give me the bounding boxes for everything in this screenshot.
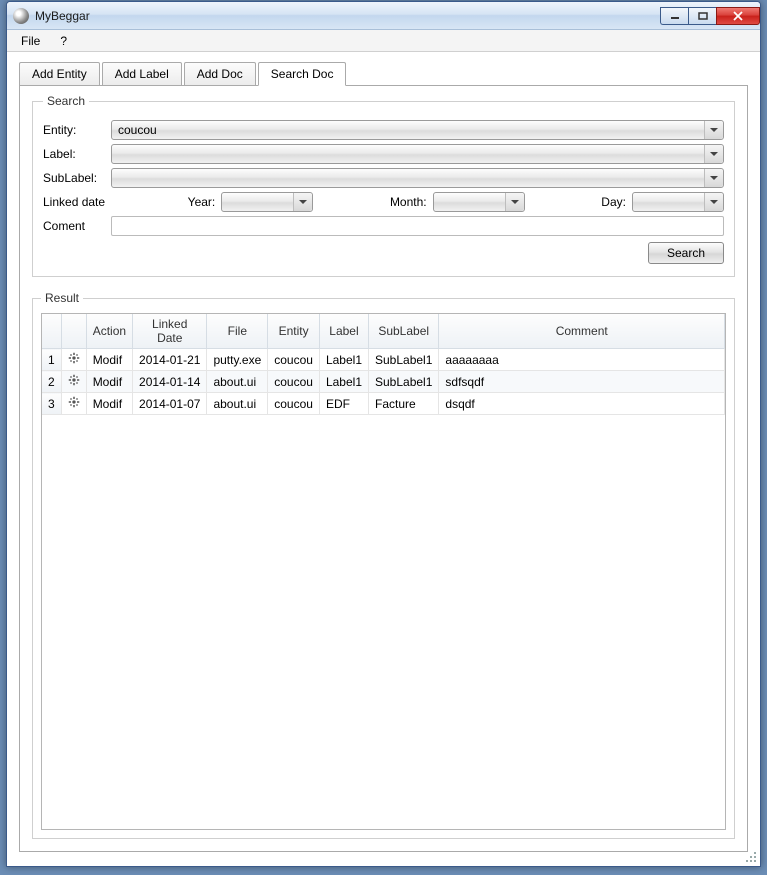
- tab-add-doc[interactable]: Add Doc: [184, 62, 256, 86]
- day-label: Day:: [601, 195, 626, 209]
- cell-entity: coucou: [268, 393, 320, 415]
- cell-comment: sdfsqdf: [439, 371, 725, 393]
- minimize-icon: [670, 12, 680, 20]
- chevron-down-icon: [710, 200, 718, 204]
- cell-comment: dsqdf: [439, 393, 725, 415]
- comment-input[interactable]: [111, 216, 724, 236]
- day-combo[interactable]: [632, 192, 724, 212]
- cell-action: Modif: [86, 393, 132, 415]
- table-header-row: Action Linked Date File Entity Label Sub…: [42, 314, 725, 349]
- panel-search-doc: Search Entity: coucou Label:: [19, 85, 748, 852]
- col-label[interactable]: Label: [319, 314, 368, 349]
- close-icon: [732, 11, 744, 21]
- chevron-down-icon: [710, 176, 718, 180]
- menu-file[interactable]: File: [13, 32, 48, 50]
- maximize-button[interactable]: [688, 7, 716, 25]
- cell-num: 3: [42, 393, 61, 415]
- minimize-button[interactable]: [660, 7, 688, 25]
- table-row[interactable]: 1 Modif2014-01-21putty.execoucouLabel1Sub…: [42, 349, 725, 371]
- cell-linkeddate: 2014-01-07: [133, 393, 207, 415]
- result-group: Result Action Linked Date File Entity: [32, 291, 735, 839]
- titlebar[interactable]: MyBeggar: [7, 2, 760, 30]
- year-combo[interactable]: [221, 192, 313, 212]
- sublabel-combo[interactable]: [111, 168, 724, 188]
- entity-value: coucou: [118, 123, 157, 137]
- cell-sublabel: SubLabel1: [369, 349, 439, 371]
- sublabel-label: SubLabel:: [43, 171, 111, 185]
- cell-gear[interactable]: [61, 371, 86, 393]
- tab-add-entity[interactable]: Add Entity: [19, 62, 100, 86]
- result-table: Action Linked Date File Entity Label Sub…: [42, 314, 725, 415]
- table-row[interactable]: 3 Modif2014-01-07about.uicoucouEDFFacture…: [42, 393, 725, 415]
- window-controls: [660, 7, 760, 25]
- cell-comment: aaaaaaaa: [439, 349, 725, 371]
- cell-label: EDF: [319, 393, 368, 415]
- cell-file: putty.exe: [207, 349, 268, 371]
- cell-linkeddate: 2014-01-14: [133, 371, 207, 393]
- search-group: Search Entity: coucou Label:: [32, 94, 735, 277]
- chevron-down-icon: [299, 200, 307, 204]
- col-comment[interactable]: Comment: [439, 314, 725, 349]
- table-row[interactable]: 2 Modif2014-01-14about.uicoucouLabel1SubL…: [42, 371, 725, 393]
- entity-combo[interactable]: coucou: [111, 120, 724, 140]
- chevron-down-icon: [710, 128, 718, 132]
- comment-label: Coment: [43, 219, 111, 233]
- cell-num: 2: [42, 371, 61, 393]
- cell-action: Modif: [86, 349, 132, 371]
- cell-linkeddate: 2014-01-21: [133, 349, 207, 371]
- menubar: File ?: [7, 30, 760, 52]
- tabstrip: Add Entity Add Label Add Doc Search Doc: [19, 62, 748, 86]
- col-num[interactable]: [42, 314, 61, 349]
- content-area: Add Entity Add Label Add Doc Search Doc …: [7, 52, 760, 866]
- month-combo[interactable]: [433, 192, 525, 212]
- col-entity[interactable]: Entity: [268, 314, 320, 349]
- cell-gear[interactable]: [61, 349, 86, 371]
- cell-file: about.ui: [207, 393, 268, 415]
- cell-entity: coucou: [268, 371, 320, 393]
- close-button[interactable]: [716, 7, 760, 25]
- cell-label: Label1: [319, 349, 368, 371]
- menu-help[interactable]: ?: [52, 32, 75, 50]
- col-action[interactable]: Action: [86, 314, 132, 349]
- result-table-wrap[interactable]: Action Linked Date File Entity Label Sub…: [41, 313, 726, 830]
- cell-label: Label1: [319, 371, 368, 393]
- app-window: MyBeggar File ? Add Entity Add Label Add…: [6, 1, 761, 867]
- tab-add-label[interactable]: Add Label: [102, 62, 182, 86]
- app-icon: [13, 8, 29, 24]
- year-label: Year:: [188, 195, 216, 209]
- label-label: Label:: [43, 147, 111, 161]
- gear-icon: [68, 375, 80, 389]
- cell-sublabel: Facture: [369, 393, 439, 415]
- window-title: MyBeggar: [35, 9, 90, 23]
- label-combo[interactable]: [111, 144, 724, 164]
- col-sublabel[interactable]: SubLabel: [369, 314, 439, 349]
- linkeddate-label: Linked date: [43, 195, 111, 209]
- cell-action: Modif: [86, 371, 132, 393]
- maximize-icon: [698, 12, 708, 20]
- col-file[interactable]: File: [207, 314, 268, 349]
- col-linkeddate[interactable]: Linked Date: [133, 314, 207, 349]
- col-gear[interactable]: [61, 314, 86, 349]
- entity-label: Entity:: [43, 123, 111, 137]
- search-legend: Search: [43, 94, 89, 108]
- month-label: Month:: [390, 195, 427, 209]
- gear-icon: [68, 353, 80, 367]
- cell-gear[interactable]: [61, 393, 86, 415]
- resize-grip-icon[interactable]: [744, 850, 758, 864]
- chevron-down-icon: [511, 200, 519, 204]
- cell-num: 1: [42, 349, 61, 371]
- search-button[interactable]: Search: [648, 242, 724, 264]
- result-legend: Result: [41, 291, 83, 305]
- cell-file: about.ui: [207, 371, 268, 393]
- cell-sublabel: SubLabel1: [369, 371, 439, 393]
- gear-icon: [68, 397, 80, 411]
- tab-search-doc[interactable]: Search Doc: [258, 62, 347, 86]
- chevron-down-icon: [710, 152, 718, 156]
- cell-entity: coucou: [268, 349, 320, 371]
